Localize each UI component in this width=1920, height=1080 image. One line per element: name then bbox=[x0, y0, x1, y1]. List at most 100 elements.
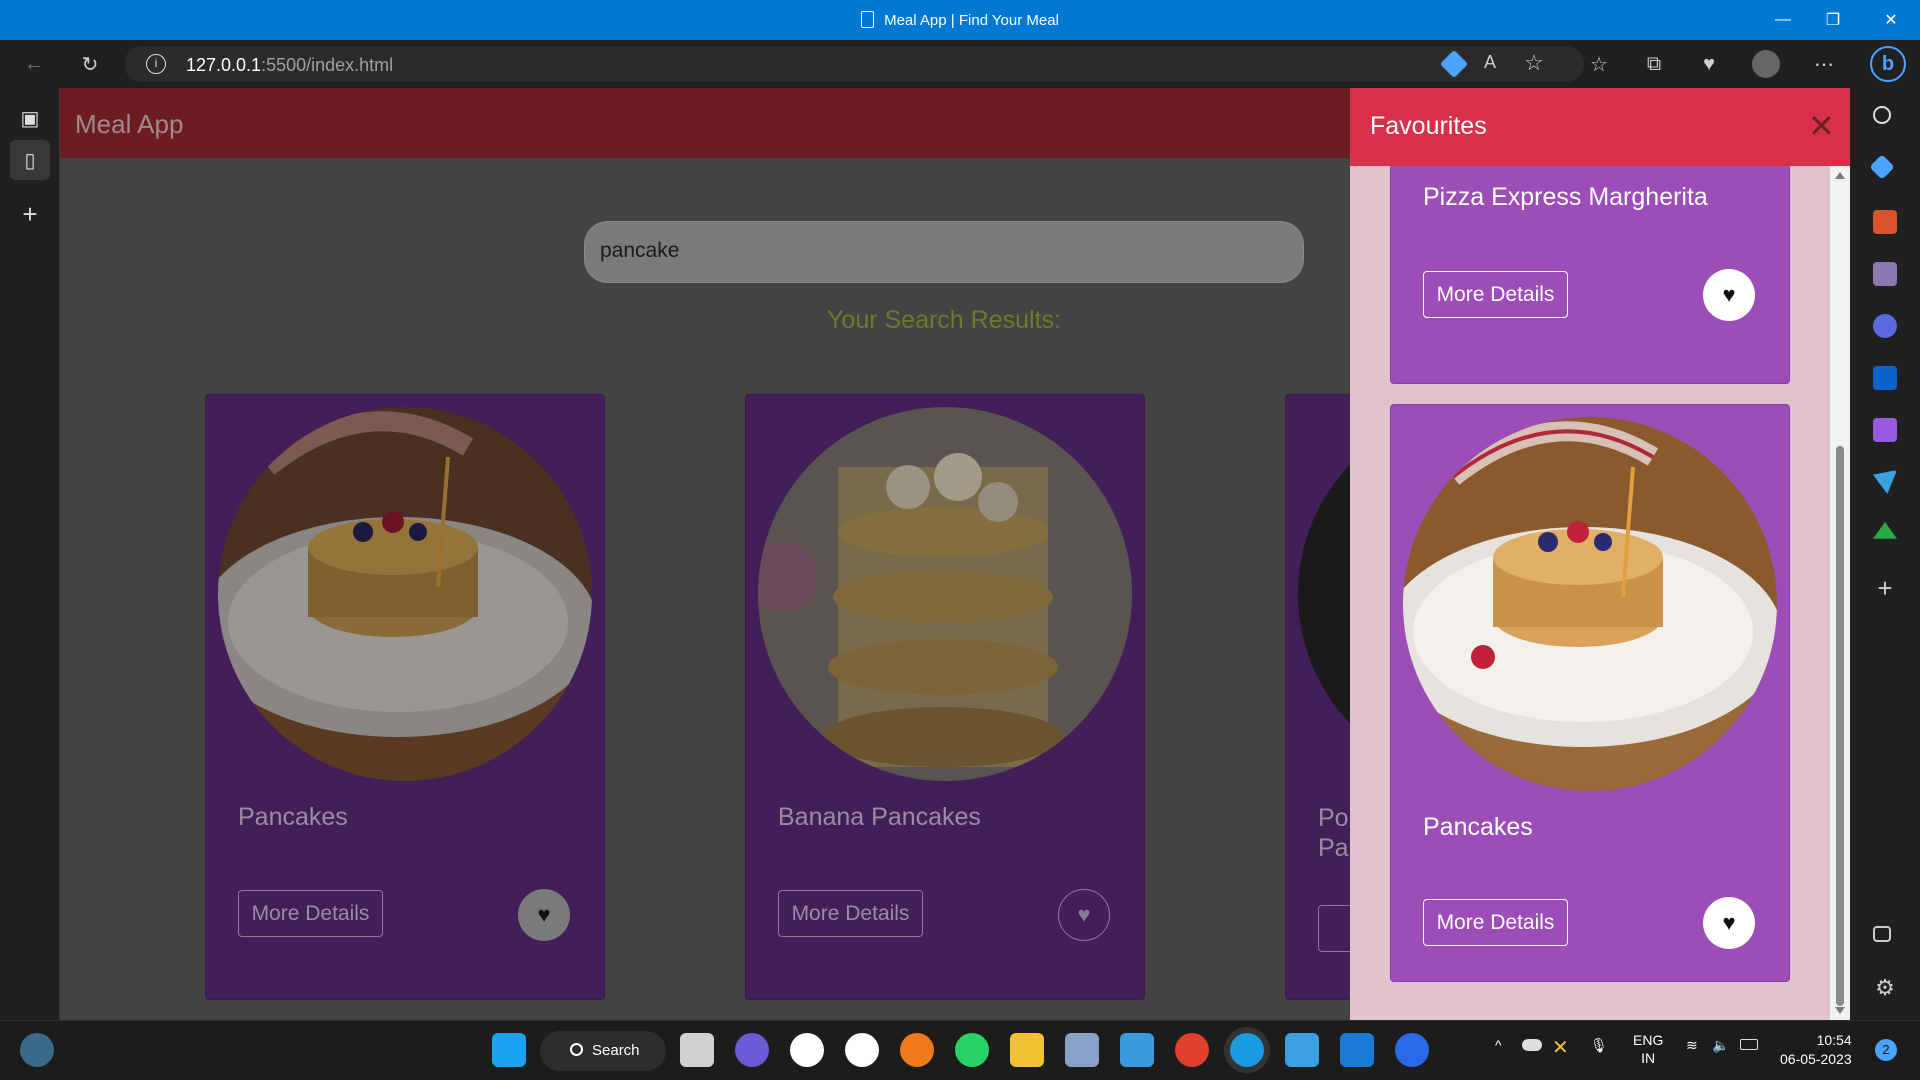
search-input[interactable]: pancake bbox=[584, 221, 1304, 283]
app-icon[interactable] bbox=[1065, 1033, 1099, 1067]
wifi-icon[interactable]: ≋ bbox=[1686, 1037, 1698, 1054]
restore-button[interactable]: ❐ bbox=[1810, 0, 1856, 40]
notification-badge[interactable]: 2 bbox=[1875, 1039, 1897, 1061]
profile-avatar[interactable] bbox=[1752, 50, 1780, 78]
vertical-tabs-rail: ▣ ▯ + bbox=[0, 88, 60, 1020]
meal-name: Banana Pancakes bbox=[778, 803, 981, 831]
web-page: Meal App pancake Your Search Results: Pa… bbox=[60, 88, 1850, 1020]
favourites-panel: Favourites ✕ Pizza Express Margherita Mo… bbox=[1350, 88, 1850, 1020]
favourite-heart-button[interactable]: ♥ bbox=[518, 889, 570, 941]
favourites-header: Favourites ✕ bbox=[1350, 88, 1850, 166]
coupon-tag-icon[interactable] bbox=[1439, 49, 1469, 79]
favourite-heart-button[interactable]: ♥ bbox=[1703, 897, 1755, 949]
outlook-icon[interactable] bbox=[1873, 366, 1897, 390]
task-view-icon[interactable] bbox=[680, 1033, 714, 1067]
close-favourites-button[interactable]: ✕ bbox=[1808, 110, 1835, 142]
more-details-button[interactable]: More Details bbox=[1423, 271, 1568, 318]
edge-sidebar: + ⚙ bbox=[1850, 88, 1920, 1020]
scroll-down-arrow-icon[interactable] bbox=[1835, 1007, 1845, 1014]
meal-card: Banana Pancakes More Details ♥ bbox=[745, 394, 1145, 1000]
meal-image-pancakes bbox=[218, 407, 592, 781]
url-text: 127.0.0.1:5500/index.html bbox=[186, 55, 394, 75]
favourites-star-icon[interactable]: ☆ bbox=[1585, 50, 1613, 78]
heart-icon: ♥ bbox=[1722, 910, 1736, 935]
firefox-icon[interactable] bbox=[900, 1033, 934, 1067]
zoom-icon[interactable] bbox=[1395, 1033, 1429, 1067]
meal-name: Pancakes bbox=[238, 803, 348, 831]
more-menu-icon[interactable]: ⋯ bbox=[1810, 50, 1838, 78]
settings-gear-icon[interactable]: ⚙ bbox=[1873, 976, 1897, 1000]
tree-icon[interactable] bbox=[1873, 522, 1897, 539]
minimize-button[interactable]: — bbox=[1760, 0, 1806, 40]
active-tab-page-icon[interactable]: ▯ bbox=[10, 140, 50, 180]
add-sidebar-app-icon[interactable]: + bbox=[1873, 575, 1897, 601]
volume-icon[interactable]: 🔈 bbox=[1712, 1037, 1729, 1054]
vscode-icon[interactable] bbox=[1340, 1033, 1374, 1067]
onedrive-cloud-icon[interactable] bbox=[1522, 1039, 1542, 1051]
info-icon[interactable]: i bbox=[146, 54, 166, 74]
file-explorer-icon[interactable] bbox=[1010, 1033, 1044, 1067]
search-icon bbox=[570, 1043, 583, 1056]
tray-app-icon[interactable]: ✕ bbox=[1552, 1035, 1569, 1060]
hide-sidebar-icon[interactable] bbox=[1873, 926, 1891, 942]
edge-icon[interactable] bbox=[1230, 1033, 1264, 1067]
read-aloud-icon[interactable]: A bbox=[1484, 52, 1496, 73]
more-details-button[interactable]: More Details bbox=[1423, 899, 1568, 946]
bing-copilot-icon[interactable]: b bbox=[1870, 46, 1906, 82]
scrollbar-thumb[interactable] bbox=[1836, 446, 1844, 1006]
heart-icon: ♥ bbox=[1077, 902, 1091, 927]
window-title: Meal App | Find Your Meal bbox=[0, 11, 1920, 29]
more-details-button[interactable]: More Details bbox=[778, 890, 923, 937]
whatsapp-icon[interactable] bbox=[955, 1033, 989, 1067]
window-titlebar: Meal App | Find Your Meal — ❐ ✕ bbox=[0, 0, 1920, 40]
close-window-button[interactable]: ✕ bbox=[1868, 0, 1914, 40]
drop-icon[interactable] bbox=[1873, 470, 1897, 494]
collections-icon[interactable]: ⧉ bbox=[1640, 50, 1668, 78]
tab-actions-icon[interactable]: ▣ bbox=[10, 98, 50, 138]
tools-briefcase-icon[interactable] bbox=[1873, 210, 1897, 234]
back-arrow-icon[interactable]: ← bbox=[20, 50, 48, 78]
microsoft-365-icon[interactable] bbox=[1873, 314, 1897, 338]
teams-chat-icon[interactable] bbox=[735, 1033, 769, 1067]
scroll-up-arrow-icon[interactable] bbox=[1835, 172, 1845, 179]
shopping-tag-icon[interactable] bbox=[1869, 154, 1895, 180]
heart-icon: ♥ bbox=[1722, 282, 1736, 307]
clock[interactable]: 10:54 06-05-2023 bbox=[1780, 1031, 1852, 1069]
meal-image-pancakes bbox=[1403, 417, 1777, 791]
browser-toolbar: ← ↻ i 127.0.0.1:5500/index.html A ☆ ☆ ⧉ … bbox=[0, 40, 1920, 88]
weather-widget-icon[interactable] bbox=[20, 1033, 54, 1067]
battery-icon[interactable] bbox=[1740, 1039, 1758, 1050]
refresh-icon[interactable]: ↻ bbox=[76, 50, 104, 78]
favourites-title: Favourites bbox=[1370, 112, 1487, 140]
photos-icon[interactable] bbox=[1285, 1033, 1319, 1067]
meal-image-banana-pancakes bbox=[758, 407, 1132, 781]
meal-card: Pancakes More Details ♥ bbox=[205, 394, 605, 1000]
favourites-scrollbar[interactable] bbox=[1830, 166, 1850, 1020]
windows-taskbar: Search ^ ✕ 🎙 ENG IN ≋ 🔈 10:54 06-05-2023 2 bbox=[0, 1020, 1920, 1080]
chrome-icon[interactable] bbox=[1175, 1033, 1209, 1067]
notepad-icon[interactable] bbox=[1120, 1033, 1154, 1067]
app-title[interactable]: Meal App bbox=[75, 109, 183, 140]
address-bar[interactable]: i 127.0.0.1:5500/index.html A ☆ bbox=[124, 46, 1584, 82]
github-desktop-icon[interactable] bbox=[845, 1033, 879, 1067]
github-icon[interactable] bbox=[790, 1033, 824, 1067]
new-tab-plus-icon[interactable]: + bbox=[10, 194, 50, 234]
microphone-icon[interactable]: 🎙 bbox=[1590, 1037, 1608, 1054]
heart-icon: ♥ bbox=[537, 902, 551, 927]
taskbar-search[interactable]: Search bbox=[540, 1031, 666, 1071]
add-favourite-star-icon[interactable]: ☆ bbox=[1524, 50, 1544, 76]
more-details-button[interactable]: More Details bbox=[238, 890, 383, 937]
tray-overflow-chevron-icon[interactable]: ^ bbox=[1495, 1037, 1502, 1053]
favourite-heart-button[interactable]: ♥ bbox=[1058, 889, 1110, 941]
favourite-heart-button[interactable]: ♥ bbox=[1703, 269, 1755, 321]
favourite-card: Pancakes More Details ♥ bbox=[1390, 404, 1790, 982]
designer-icon[interactable] bbox=[1873, 418, 1897, 442]
browser-essentials-heart-icon[interactable]: ♥ bbox=[1695, 50, 1723, 78]
games-icon[interactable] bbox=[1873, 262, 1897, 286]
results-heading: Your Search Results: bbox=[827, 306, 1061, 334]
search-icon[interactable] bbox=[1873, 106, 1891, 124]
meal-name: Pizza Express Margherita bbox=[1423, 183, 1708, 211]
meal-name: Po Pa bbox=[1318, 804, 1349, 862]
windows-start-icon[interactable] bbox=[492, 1033, 526, 1067]
language-indicator[interactable]: ENG IN bbox=[1633, 1031, 1663, 1067]
